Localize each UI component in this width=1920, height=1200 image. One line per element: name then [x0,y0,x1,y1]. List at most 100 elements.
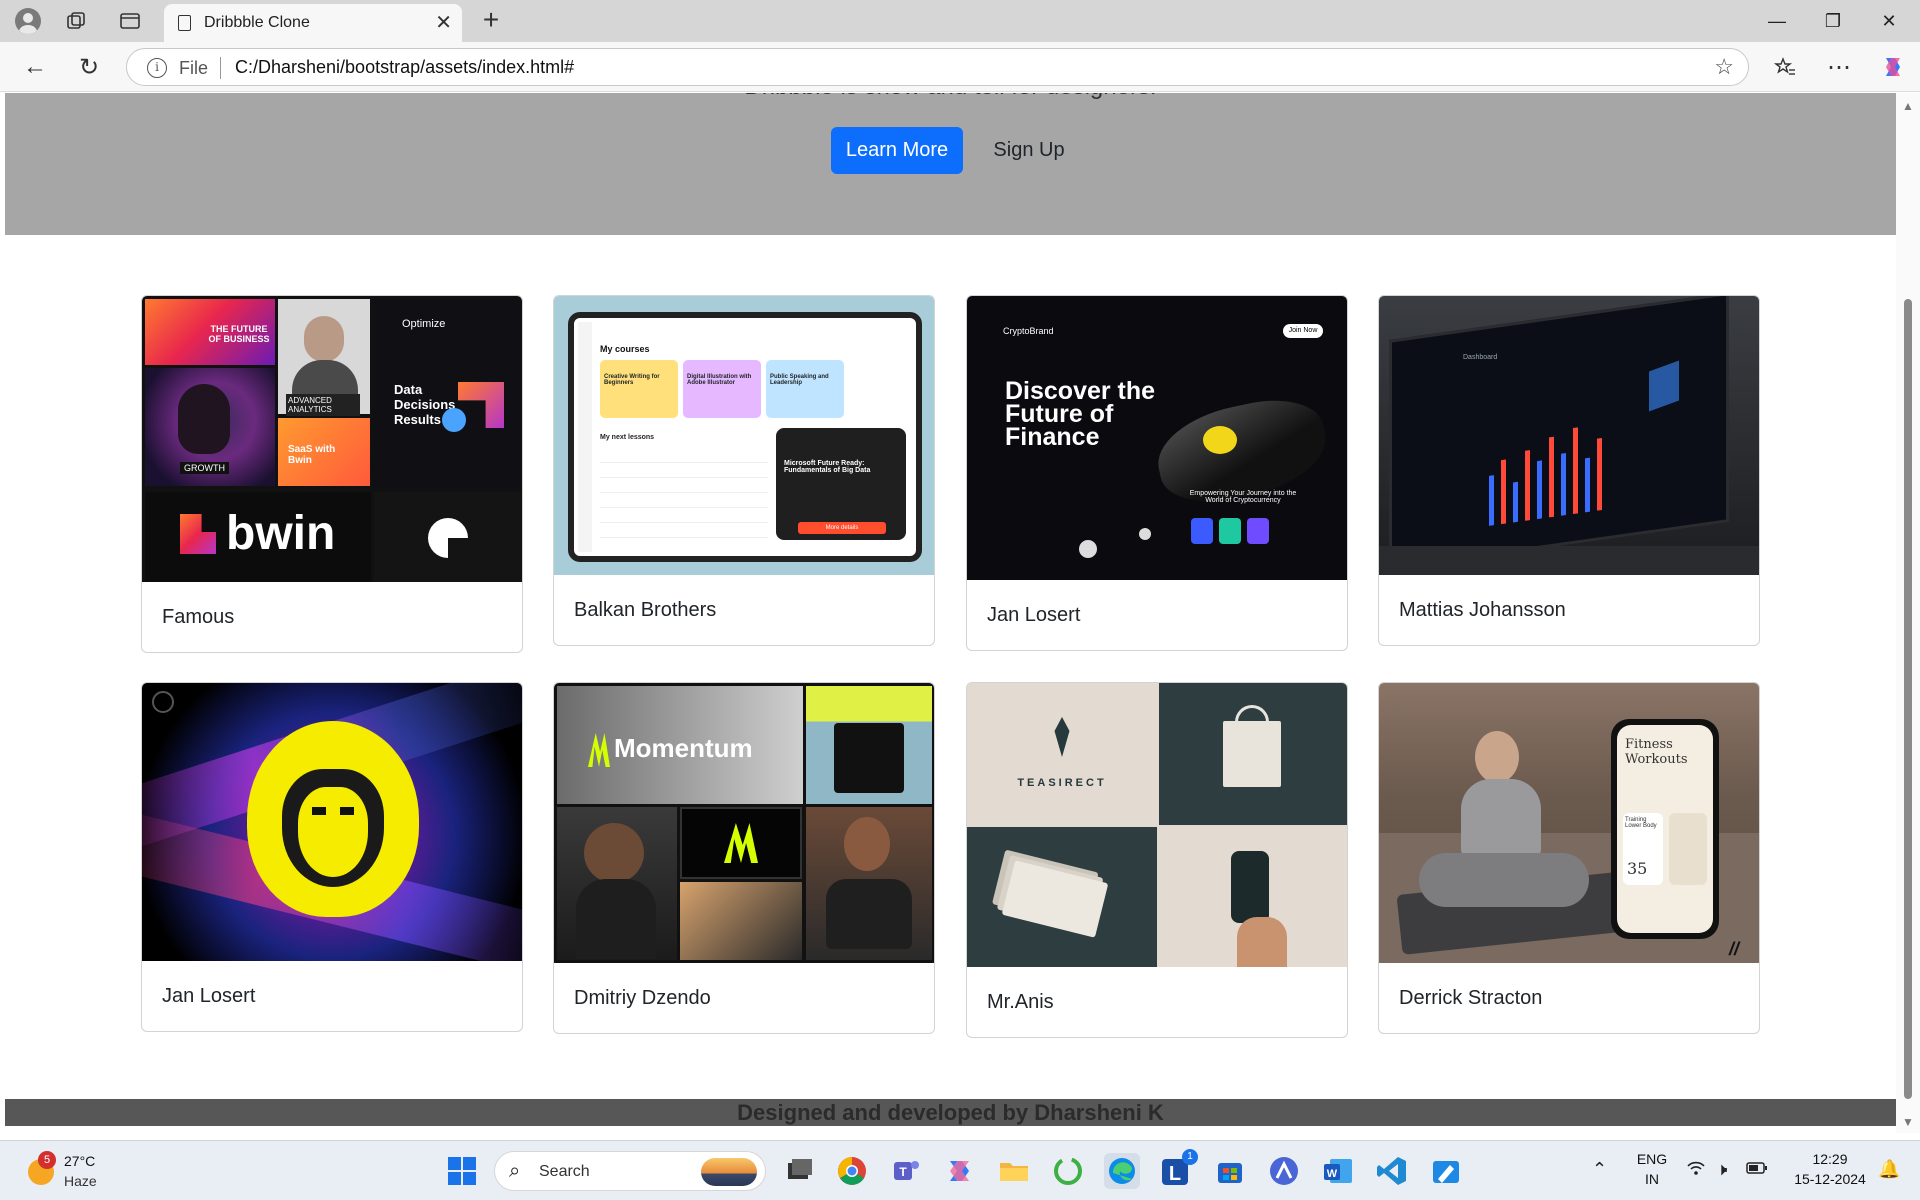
card-title[interactable]: Famous [162,606,234,629]
taskbar-search[interactable]: ⌕ Search [494,1151,766,1191]
art-text: Discover the Future of Finance [1005,377,1156,451]
card-title[interactable]: Balkan Brothers [574,599,716,622]
search-icon: ⌕ [509,1160,521,1182]
task-view-icon[interactable] [780,1153,816,1189]
wifi-icon[interactable] [1686,1159,1706,1182]
copilot-app-icon[interactable] [942,1153,978,1189]
weather-condition: Haze [64,1173,97,1189]
file-explorer-icon[interactable] [996,1153,1032,1189]
shot-card[interactable]: Fitness Workouts Training Lower Body 35 … [1378,682,1760,1034]
art-text: More details [798,522,886,534]
svg-text:W: W [1327,1168,1338,1180]
url-scheme: File [179,58,209,78]
vscode-icon[interactable] [1374,1153,1410,1189]
language-region[interactable]: IN [1630,1171,1674,1187]
shot-card[interactable]: My courses Creative Writing for Beginner… [553,295,935,646]
profile-icon[interactable] [12,6,44,36]
sign-up-button[interactable]: Sign Up [977,127,1081,174]
tray-overflow-icon[interactable]: ⌃ [1592,1159,1607,1180]
art-text: Empowering Your Journey into the World o… [1189,490,1297,504]
tab-title: Dribbble Clone [204,14,310,31]
shot-image-bwin[interactable]: THE FUTURE OF BUSINESS ADVANCED ANALYTIC… [142,296,522,582]
clock-time[interactable]: 12:29 [1782,1151,1878,1167]
notification-bell-icon[interactable]: 🔔 [1878,1159,1900,1180]
refresh-icon[interactable]: ↻ [72,51,106,83]
weather-widget[interactable]: 5 27°C Haze [26,1149,136,1193]
minimize-icon[interactable]: — [1754,6,1800,36]
window-close-icon[interactable]: ✕ [1866,6,1912,36]
page-scrollbar[interactable]: ▲ ▼ [1896,93,1920,1133]
close-tab-icon[interactable]: ✕ [435,10,452,35]
card-title[interactable]: Derrick Stracton [1399,987,1542,1010]
scrollbar-thumb[interactable] [1904,299,1912,1099]
card-title[interactable]: Jan Losert [162,985,255,1008]
copilot-icon[interactable] [1876,51,1910,83]
shot-image-teasirect[interactable]: TEASIRECT [967,683,1347,967]
chrome-icon[interactable] [834,1153,870,1189]
weather-temperature: 27°C [64,1153,96,1169]
shot-image-lion[interactable] [142,683,522,961]
info-icon[interactable]: i [147,58,167,78]
paint-icon[interactable] [1428,1153,1464,1189]
art-text: Public Speaking and Leadership [770,374,829,386]
edge-icon[interactable] [1104,1153,1140,1189]
url-separator [220,57,221,79]
shot-card[interactable]: THE FUTURE OF BUSINESS ADVANCED ANALYTIC… [141,295,523,653]
scroll-up-icon[interactable]: ▲ [1902,99,1914,113]
art-text: 35 [1627,859,1648,878]
shot-card[interactable]: Dashboard Mattias Johansson [1378,295,1760,646]
url-text[interactable]: C:/Dharsheni/bootstrap/assets/index.html… [235,57,574,78]
workspaces-icon[interactable] [60,6,92,36]
browser-tab-bar: Dribbble Clone ✕ + — ❐ ✕ [0,0,1920,42]
back-icon[interactable]: ← [18,51,52,83]
shot-image-dashboard[interactable]: Dashboard [1379,296,1759,575]
shot-card[interactable]: Jan Losert [141,682,523,1032]
card-title[interactable]: Dmitriy Dzendo [574,987,711,1010]
art-text: Momentum [614,733,753,763]
browser-toolbar: ← ↻ i File C:/Dharsheni/bootstrap/assets… [0,42,1920,92]
address-bar[interactable]: i File C:/Dharsheni/bootstrap/assets/ind… [126,48,1749,86]
card-title[interactable]: Mattias Johansson [1399,599,1566,622]
volume-muted-icon[interactable]: 🕨 [1716,1159,1727,1180]
start-icon[interactable] [444,1153,480,1189]
shot-card[interactable]: TEASIRECT Mr.Anis [966,682,1348,1038]
shot-image-fitness[interactable]: Fitness Workouts Training Lower Body 35 … [1379,683,1759,963]
art-text: THE FUTURE OF BUSINESS [208,324,270,344]
clock-date[interactable]: 15-12-2024 [1782,1171,1878,1187]
art-text: SaaS with Bwin [288,444,336,466]
card-title[interactable]: Jan Losert [987,604,1080,627]
art-text: Join Now [1283,324,1323,338]
favorite-star-icon[interactable]: ☆ [1714,54,1734,80]
vertical-tabs-icon[interactable] [114,6,146,36]
svg-text:T: T [899,1165,907,1179]
card-title[interactable]: Mr.Anis [987,991,1054,1014]
favorites-icon[interactable] [1768,51,1802,83]
tab-dribbble-clone[interactable]: Dribbble Clone ✕ [164,4,462,42]
shot-card[interactable]: CryptoBrand Join Now Discover the Future… [966,295,1348,651]
learn-more-button[interactable]: Learn More [831,127,963,174]
store-icon[interactable] [1212,1153,1248,1189]
restore-icon[interactable]: ❐ [1810,6,1856,36]
battery-icon[interactable] [1746,1159,1768,1180]
new-tab-icon[interactable]: + [476,4,506,36]
art-text: My courses [600,344,650,354]
l-app-icon[interactable]: L 1 [1158,1149,1198,1189]
shot-card[interactable]: Momentum Dmitriy Dzendo [553,682,935,1034]
svg-text:L: L [1169,1163,1181,1185]
windows-taskbar: 5 27°C Haze ⌕ Search T L 1 W ⌃ ENG IN 🕨 … [0,1140,1920,1200]
atlassian-icon[interactable] [1266,1153,1302,1189]
shot-image-momentum[interactable]: Momentum [554,683,934,963]
teams-icon[interactable]: T [888,1153,924,1189]
more-menu-icon[interactable]: ⋯ [1822,51,1856,83]
scroll-down-icon[interactable]: ▼ [1902,1115,1914,1129]
shot-image-courses[interactable]: My courses Creative Writing for Beginner… [554,296,934,575]
language-code[interactable]: ENG [1630,1151,1674,1167]
shot-image-finance[interactable]: CryptoBrand Join Now Discover the Future… [967,296,1347,580]
word-icon[interactable]: W [1320,1153,1356,1189]
art-text: Microsoft Future Ready: Fundamentals of … [784,460,871,474]
refresh-app-icon[interactable] [1050,1153,1086,1189]
art-text: GROWTH [180,462,229,474]
page-viewport: Dribbble is show and tell for designers.… [0,93,1920,1133]
weather-badge: 5 [38,1151,56,1169]
app-notification-badge: 1 [1182,1149,1198,1165]
